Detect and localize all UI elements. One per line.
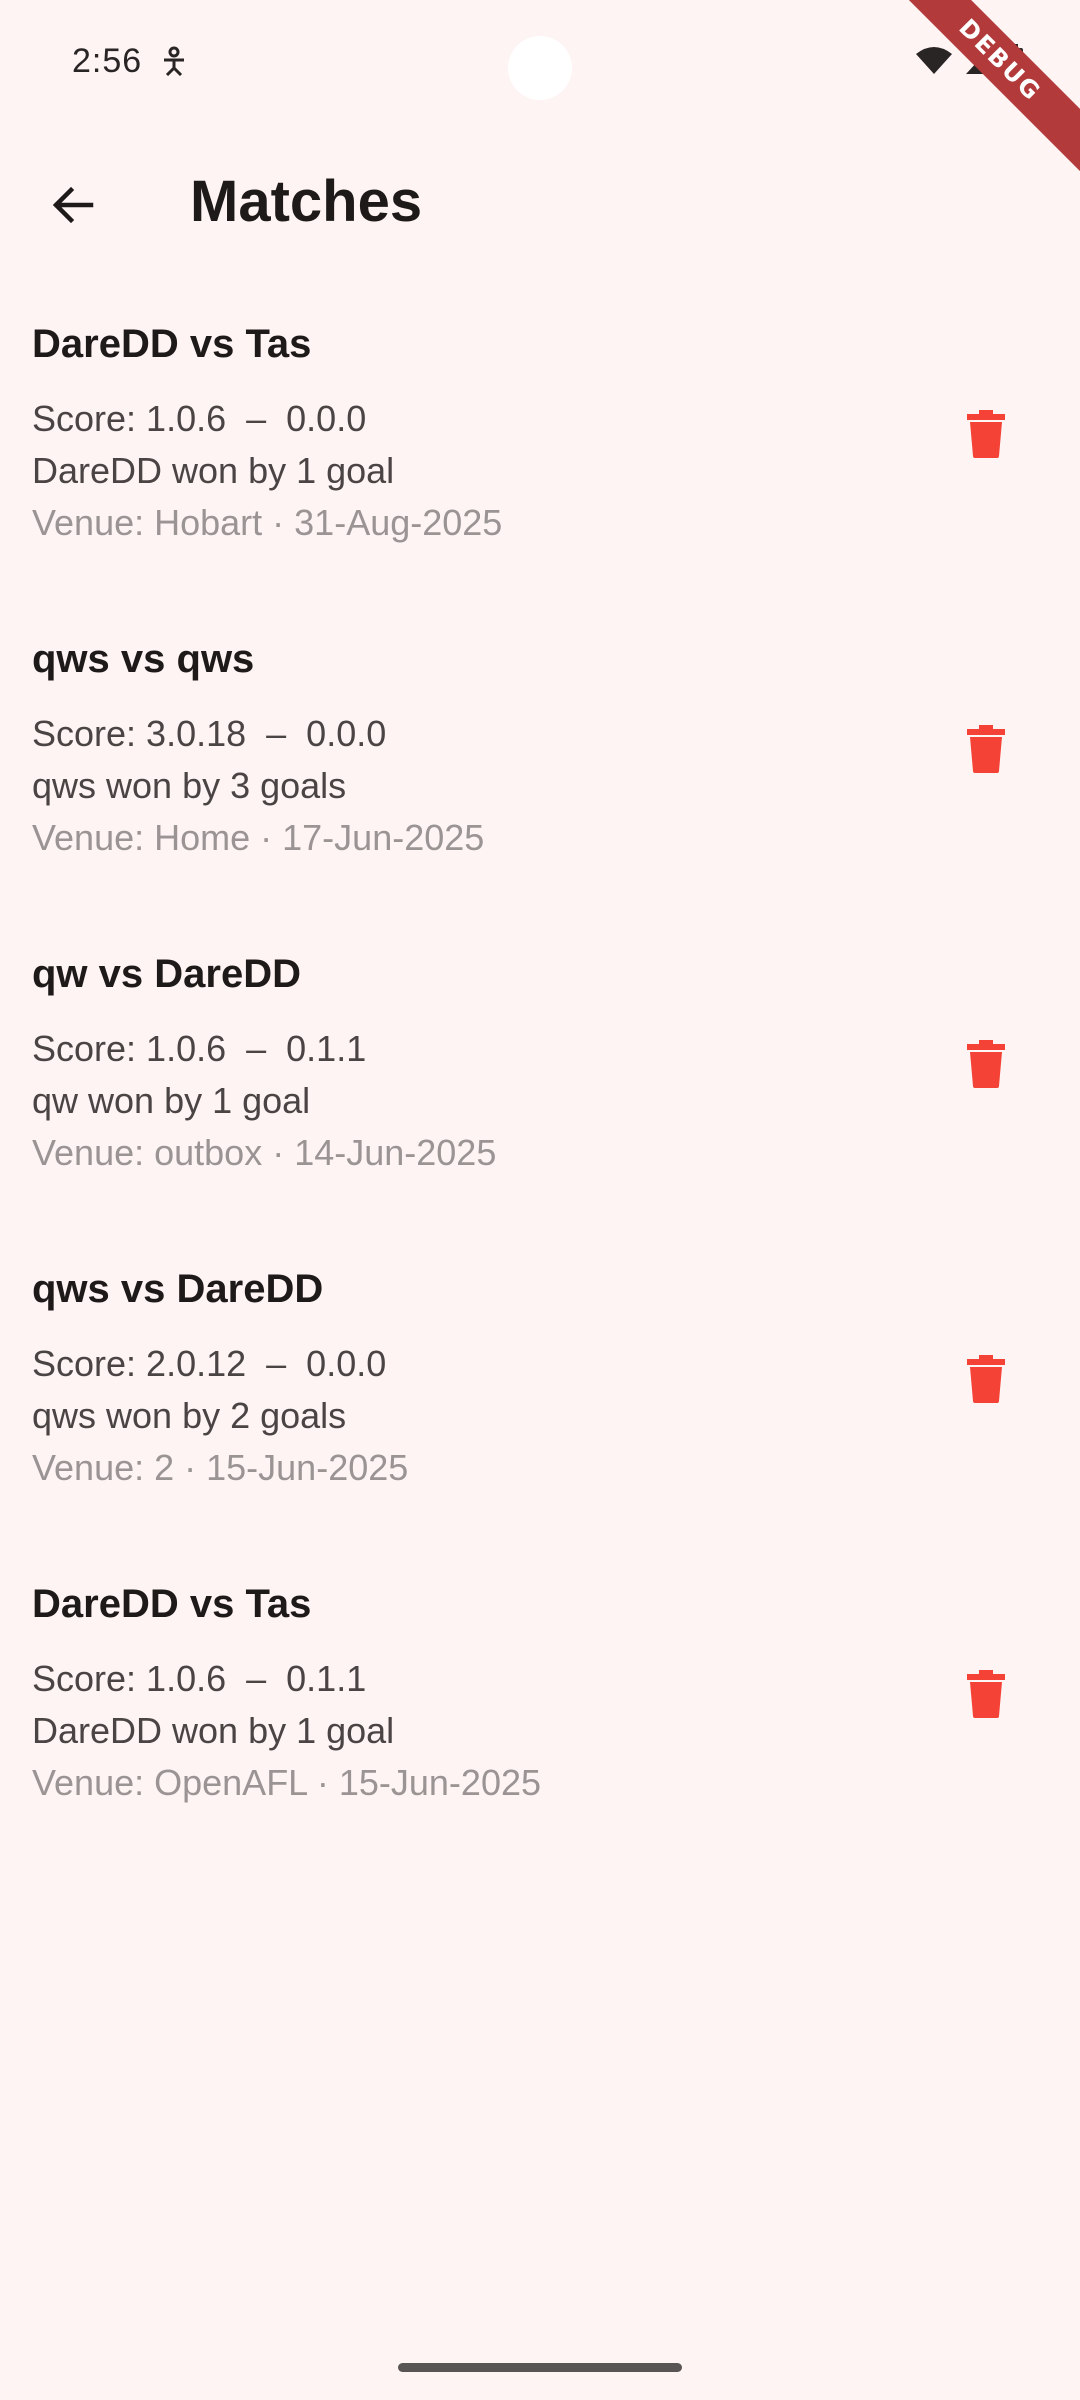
match-venue: Venue: outbox · 14-Jun-2025	[32, 1132, 497, 1173]
list-item[interactable]: qw vs DareDD Score: 1.0.6 – 0.1.1 qw won…	[0, 930, 1080, 1245]
list-item[interactable]: qws vs qws Score: 3.0.18 – 0.0.0 qws won…	[0, 615, 1080, 930]
match-title: DareDD vs Tas	[32, 1582, 312, 1626]
delete-button[interactable]	[956, 1349, 1016, 1409]
page-title: Matches	[190, 169, 423, 234]
trash-icon	[967, 1040, 1005, 1088]
match-result: qws won by 3 goals	[32, 765, 347, 806]
screen: 2:56 DEBUG Matches DareDD vs Tas Score: …	[0, 0, 1080, 2400]
match-result: qw won by 1 goal	[32, 1080, 311, 1121]
app-bar: Matches	[0, 150, 1080, 260]
match-score: Score: 1.0.6 – 0.1.1	[32, 1028, 367, 1069]
match-title: qw vs DareDD	[32, 952, 301, 996]
match-venue: Venue: OpenAFL · 15-Jun-2025	[32, 1762, 542, 1803]
trash-icon	[967, 410, 1005, 458]
delete-button[interactable]	[956, 1034, 1016, 1094]
list-item[interactable]: DareDD vs Tas Score: 1.0.6 – 0.1.1 DareD…	[0, 1560, 1080, 1875]
match-score: Score: 1.0.6 – 0.1.1	[32, 1658, 367, 1699]
match-score: Score: 2.0.12 – 0.0.0	[32, 1343, 387, 1384]
match-list: DareDD vs Tas Score: 1.0.6 – 0.0.0 DareD…	[0, 300, 1080, 1875]
match-venue: Venue: Hobart · 31-Aug-2025	[32, 502, 503, 543]
arrow-back-icon	[52, 186, 94, 224]
trash-icon	[967, 1670, 1005, 1718]
status-bar: 2:56 DEBUG	[0, 0, 1080, 182]
trash-icon	[967, 1355, 1005, 1403]
list-item[interactable]: DareDD vs Tas Score: 1.0.6 – 0.0.0 DareD…	[0, 300, 1080, 615]
match-venue: Venue: Home · 17-Jun-2025	[32, 817, 485, 858]
delete-button[interactable]	[956, 404, 1016, 464]
match-result: DareDD won by 1 goal	[32, 450, 395, 491]
match-result: qws won by 2 goals	[32, 1395, 347, 1436]
wifi-icon	[916, 47, 952, 74]
camera-cutout	[508, 36, 572, 100]
trash-icon	[967, 725, 1005, 773]
status-time: 2:56	[72, 42, 143, 80]
match-title: qws vs qws	[32, 637, 255, 681]
list-item[interactable]: qws vs DareDD Score: 2.0.12 – 0.0.0 qws …	[0, 1245, 1080, 1560]
match-score: Score: 3.0.18 – 0.0.0	[32, 713, 387, 754]
delete-button[interactable]	[956, 1664, 1016, 1724]
match-venue: Venue: 2 · 15-Jun-2025	[32, 1447, 409, 1488]
accessibility-icon	[164, 46, 184, 76]
match-title: qws vs DareDD	[32, 1267, 324, 1311]
match-title: DareDD vs Tas	[32, 322, 312, 366]
back-button[interactable]	[40, 172, 106, 238]
delete-button[interactable]	[956, 719, 1016, 779]
match-score: Score: 1.0.6 – 0.0.0	[32, 398, 367, 439]
home-indicator[interactable]	[398, 2363, 682, 2372]
match-result: DareDD won by 1 goal	[32, 1710, 395, 1751]
